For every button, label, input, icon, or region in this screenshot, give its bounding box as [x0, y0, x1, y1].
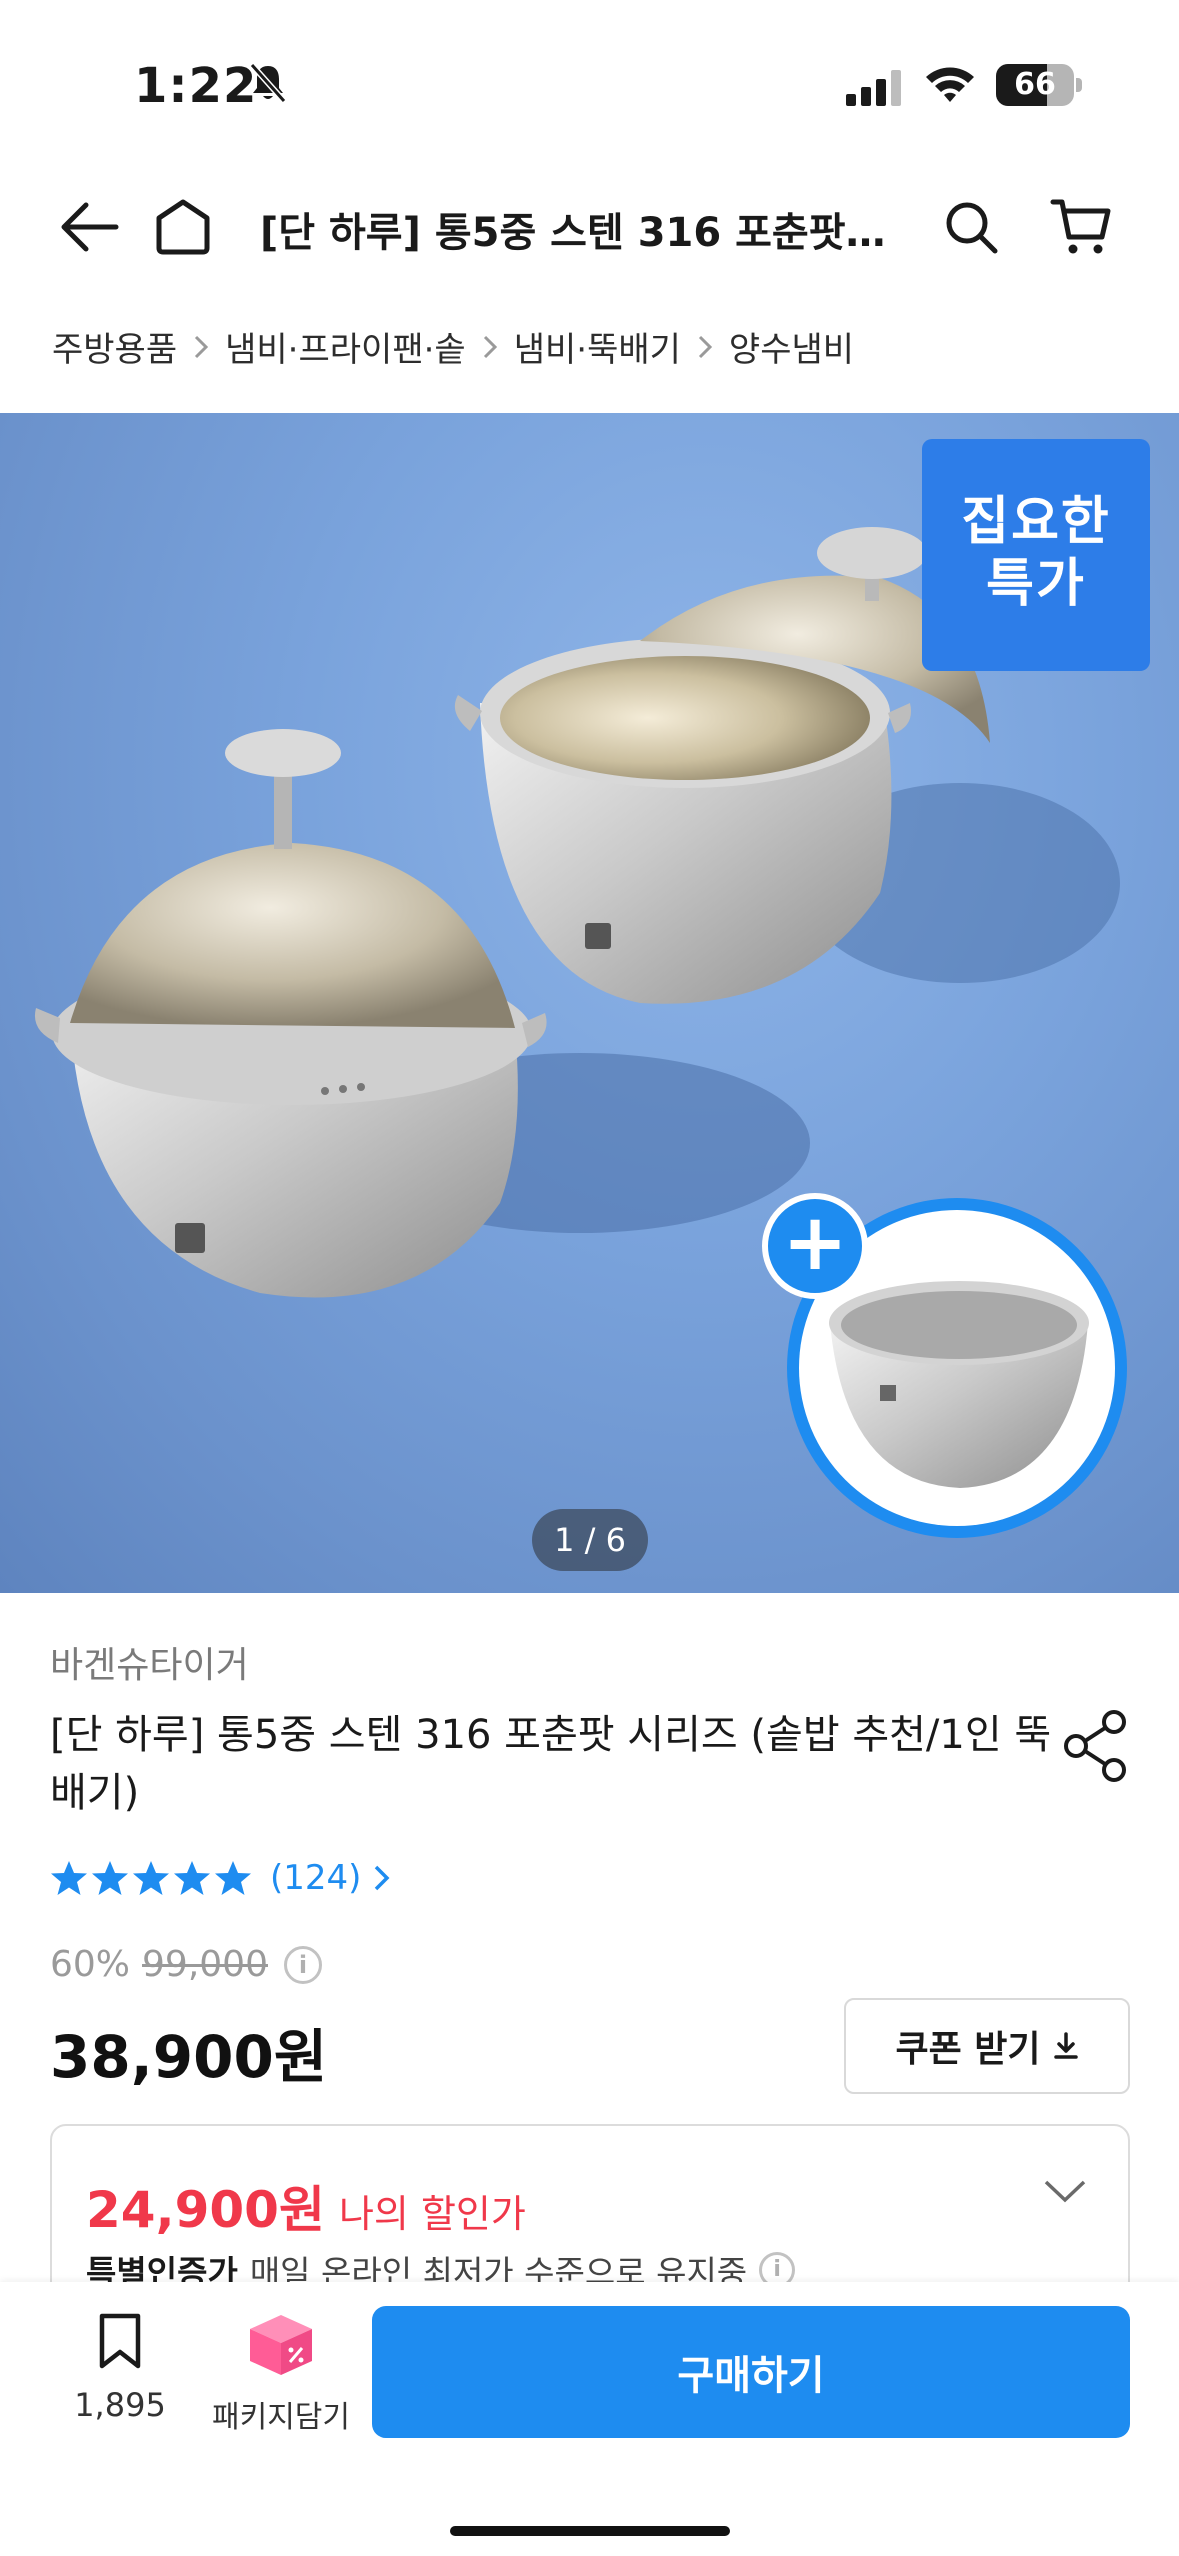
home-icon: [156, 199, 210, 255]
cart-icon: [1050, 199, 1111, 254]
product-title: [단 하루] 통5중 스텐 316 포춘팟 시리즈 (솥밥 추천/1인 뚝배기): [50, 1712, 1052, 1816]
bell-off-icon: [249, 63, 287, 103]
chevron-right-icon: [480, 331, 500, 363]
home-indicator: [450, 2526, 730, 2536]
star-icon: [51, 1861, 87, 1895]
breadcrumb: 주방용품 냄비·프라이팬·솥 냄비·뚝배기 양수냄비: [52, 322, 854, 371]
back-arrow-icon: [61, 202, 119, 252]
star-icon: [174, 1861, 210, 1895]
cart-button[interactable]: [1046, 192, 1116, 262]
star-icon: [92, 1861, 128, 1895]
sale-price: 38,900원: [50, 2023, 328, 2091]
wifi-icon: [926, 67, 974, 102]
plus-icon: +: [762, 1193, 868, 1299]
star-icon: [215, 1861, 251, 1895]
badge-line-1: 집요한: [961, 492, 1111, 552]
image-counter: 1 / 6: [532, 1509, 648, 1571]
cellular-signal-icon: [846, 70, 901, 106]
review-count: (124): [270, 1858, 362, 1898]
star-icon: [133, 1861, 169, 1895]
star-rating: [50, 1860, 252, 1896]
chevron-down-icon[interactable]: [1042, 2176, 1088, 2206]
my-discount-label: 나의 할인가: [338, 2192, 526, 2236]
breadcrumb-item-two-handle-pot[interactable]: 양수냄비: [729, 322, 854, 371]
search-button[interactable]: [936, 192, 1006, 262]
breadcrumb-item-kitchen[interactable]: 주방용품: [52, 322, 177, 371]
share-icon[interactable]: [1060, 1708, 1130, 1784]
top-navigation-bar: [단 하루] 통5중 스텐 316 포춘팟…: [0, 170, 1179, 290]
search-icon: [946, 202, 998, 254]
buy-button[interactable]: 구매하기: [372, 2306, 1130, 2438]
product-image-carousel[interactable]: 집요한 특가 + 1 / 6: [0, 413, 1179, 1593]
breadcrumb-item-pots[interactable]: 냄비·뚝배기: [514, 322, 681, 371]
chevron-right-icon: [191, 331, 211, 363]
chevron-right-icon: [371, 1861, 393, 1895]
discount-row: 60% 99,000 i: [50, 1944, 322, 1985]
badge-line-2: 특가: [986, 554, 1086, 614]
bookmark-icon: [99, 2313, 141, 2369]
package-label: 패키지담기: [212, 2400, 350, 2435]
breadcrumb-item-pots-pans[interactable]: 냄비·프라이팬·솥: [225, 322, 466, 371]
info-icon[interactable]: i: [283, 1945, 322, 1984]
status-time: 1:22: [134, 58, 258, 114]
download-icon: [1053, 2032, 1078, 2059]
my-discount-price: 24,900원: [86, 2181, 325, 2239]
special-deal-badge: 집요한 특가: [922, 439, 1150, 671]
chevron-right-icon: [695, 331, 715, 363]
battery-level-text: 66: [1014, 67, 1056, 102]
bookmark-count: 1,895: [74, 2386, 166, 2424]
my-price-row: 24,900원 나의 할인가: [86, 2170, 526, 2242]
bookmark-button[interactable]: 1,895: [60, 2312, 180, 2424]
package-box-icon: [250, 2315, 312, 2375]
original-price: 99,000: [142, 1944, 268, 1985]
discount-rate: 60%: [50, 1944, 131, 1985]
home-button[interactable]: [148, 192, 218, 262]
coupon-button-label: 쿠폰 받기: [895, 2029, 1041, 2070]
package-button[interactable]: 패키지담기: [196, 2312, 366, 2436]
status-bar: 1:22 66: [0, 0, 1179, 150]
battery-indicator: 66: [996, 64, 1082, 106]
buy-button-label: 구매하기: [677, 2353, 825, 2399]
rating-row[interactable]: (124): [50, 1858, 393, 1898]
page-title: [단 하루] 통5중 스텐 316 포춘팟…: [260, 210, 886, 256]
bottom-action-bar: 1,895 패키지담기 구매하기: [0, 2282, 1179, 2556]
coupon-button[interactable]: 쿠폰 받기: [844, 1998, 1130, 2094]
back-button[interactable]: [54, 192, 124, 262]
brand-name[interactable]: 바겐슈타이거: [50, 1636, 249, 1688]
